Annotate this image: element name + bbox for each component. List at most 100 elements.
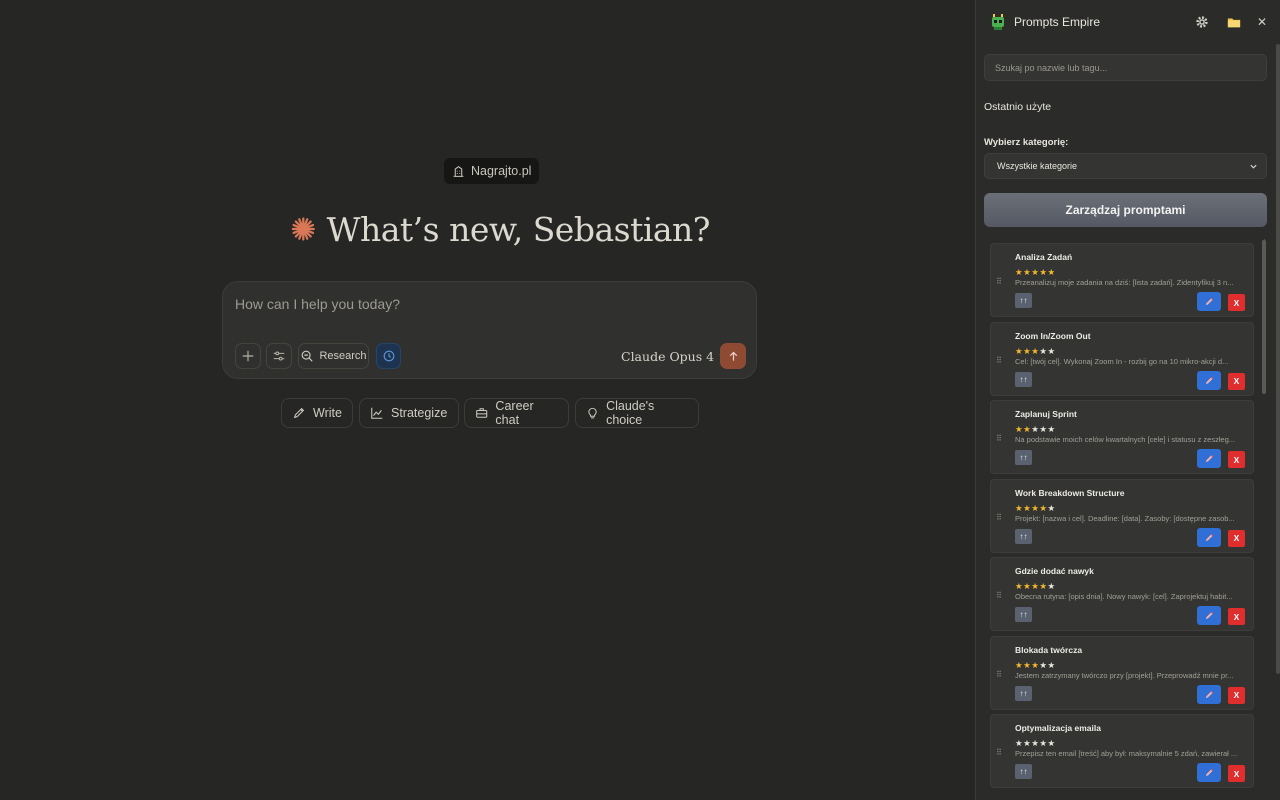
prompts-empire-panel: Prompts Empire ✕ Ostatnio użyte Wybierz … xyxy=(975,0,1280,800)
tools-button[interactable] xyxy=(266,343,292,369)
organization-badge[interactable]: Nagrajto.pl xyxy=(444,158,540,184)
prompt-rating[interactable]: ★★★★★ xyxy=(1015,267,1056,278)
edit-prompt-button[interactable] xyxy=(1197,684,1221,704)
prompt-list-scrollbar[interactable] xyxy=(1262,240,1266,394)
research-label: Research xyxy=(319,350,367,362)
robot-logo-icon xyxy=(992,14,1004,30)
prompt-rating[interactable]: ★★★★★ xyxy=(1015,738,1056,749)
delete-prompt-button[interactable]: X xyxy=(1228,765,1245,782)
prompt-card[interactable]: ⠿ Zaplanuj Sprint ★★★★★ Na podstawie moich … xyxy=(990,400,1254,474)
star-icon: ★ xyxy=(1039,581,1048,591)
prompt-card[interactable]: ⠿ Work Breakdown Structure ★★★★★ Projekt: [… xyxy=(990,478,1254,553)
drag-handle-icon[interactable]: ⠿ xyxy=(996,591,1002,600)
recent-section-heading: Ostatnio użyte xyxy=(984,101,1052,113)
send-button[interactable] xyxy=(720,343,746,369)
prompt-card[interactable]: ⠿ Blokada twórcza ★★★★★ Jestem zatrzymany t… xyxy=(990,635,1254,710)
delete-prompt-button[interactable]: X xyxy=(1228,372,1245,390)
prompt-card[interactable]: ⠿ Optymalizacja emaila ★★★★★ Przepisz ten e… xyxy=(990,714,1254,788)
star-icon: ★ xyxy=(1039,738,1048,748)
star-icon: ★ xyxy=(1047,659,1056,670)
pencil-icon xyxy=(1205,533,1213,541)
edit-prompt-button[interactable] xyxy=(1197,292,1221,311)
prompt-rating[interactable]: ★★★★★ xyxy=(1015,503,1056,514)
star-icon: ★ xyxy=(1039,345,1048,356)
prompt-card[interactable]: ⠿ Analiza Zadań ★★★★★ Przeanalizuj moje zad… xyxy=(990,243,1254,317)
delete-prompt-button[interactable]: X xyxy=(1228,451,1245,468)
prompt-preview: Projekt: [nazwa i cel]. Deadline: [data]… xyxy=(1015,513,1235,523)
delete-prompt-button[interactable]: X xyxy=(1228,686,1245,704)
message-composer: Research Claude Opus 4 xyxy=(222,281,757,379)
clock-icon xyxy=(383,350,394,362)
delete-prompt-button[interactable]: X xyxy=(1228,294,1245,311)
star-icon: ★ xyxy=(1015,738,1024,748)
delete-prompt-button[interactable]: X xyxy=(1228,529,1245,547)
move-to-top-button[interactable]: ↑↑ xyxy=(1015,607,1032,622)
suggestion-label: Strategize xyxy=(391,406,448,420)
prompt-title: Optymalizacja emaila xyxy=(1015,723,1101,733)
prompt-rating[interactable]: ★★★★★ xyxy=(1015,346,1056,357)
organization-name: Nagrajto.pl xyxy=(471,164,532,178)
star-icon: ★ xyxy=(1039,267,1048,277)
edit-prompt-button[interactable] xyxy=(1197,606,1221,625)
star-icon: ★ xyxy=(1015,267,1024,277)
panel-scrollbar[interactable] xyxy=(1276,44,1280,674)
extended-thinking-button[interactable] xyxy=(376,343,401,369)
greeting: What’s new, Sebastian? xyxy=(290,206,711,252)
edit-prompt-button[interactable] xyxy=(1197,763,1221,782)
suggestion-claudes-choice-button[interactable]: Claude's choice xyxy=(575,398,699,428)
move-to-top-button[interactable]: ↑↑ xyxy=(1015,685,1032,701)
chat-main-area: Nagrajto.pl What’s new, Sebastian? Resea… xyxy=(0,0,975,800)
prompt-title: Blokada twórcza xyxy=(1015,644,1083,655)
drag-handle-icon[interactable]: ⠿ xyxy=(996,434,1002,443)
drag-handle-icon[interactable]: ⠿ xyxy=(996,277,1002,286)
star-icon: ★ xyxy=(1039,424,1048,434)
prompt-title: Work Breakdown Structure xyxy=(1015,487,1125,498)
drag-handle-icon[interactable]: ⠿ xyxy=(996,356,1002,365)
prompt-rating[interactable]: ★★★★★ xyxy=(1015,660,1056,671)
move-to-top-button[interactable]: ↑↑ xyxy=(1015,371,1032,387)
prompt-card[interactable]: ⠿ Zoom In/Zoom Out ★★★★★ Cel: [twój cel]. W… xyxy=(990,321,1254,396)
move-to-top-button[interactable]: ↑↑ xyxy=(1015,764,1032,779)
suggestion-write-button[interactable]: Write xyxy=(281,398,353,428)
suggestion-strategize-button[interactable]: Strategize xyxy=(359,398,459,428)
prompt-preview: Cel: [twój cel]. Wykonaj Zoom In - rozbi… xyxy=(1015,356,1229,366)
settings-gear-icon[interactable] xyxy=(1194,14,1210,30)
drag-handle-icon[interactable]: ⠿ xyxy=(996,748,1002,757)
prompt-title: Gdzie dodać nawyk xyxy=(1015,566,1094,576)
add-attachment-button[interactable] xyxy=(235,343,261,369)
prompt-card[interactable]: ⠿ Gdzie dodać nawyk ★★★★★ Obecna rutyna: [o… xyxy=(990,557,1254,631)
category-label: Wybierz kategorię: xyxy=(984,137,1069,148)
research-button[interactable]: Research xyxy=(298,343,369,369)
edit-prompt-button[interactable] xyxy=(1197,449,1221,468)
prompt-title: Zaplanuj Sprint xyxy=(1015,409,1077,419)
suggestion-label: Write xyxy=(313,406,342,420)
move-to-top-button[interactable]: ↑↑ xyxy=(1015,293,1032,308)
plus-icon xyxy=(242,350,254,362)
star-icon: ★ xyxy=(1015,502,1024,513)
prompt-title: Zoom In/Zoom Out xyxy=(1015,330,1091,341)
close-icon[interactable]: ✕ xyxy=(1254,14,1270,30)
model-selector[interactable]: Claude Opus 4 xyxy=(621,346,728,366)
pencil-icon xyxy=(1205,611,1213,620)
panel-title: Prompts Empire xyxy=(1014,15,1101,29)
move-to-top-button[interactable]: ↑↑ xyxy=(1015,450,1032,465)
suggestion-career-chat-button[interactable]: Career chat xyxy=(464,398,569,428)
chart-line-icon xyxy=(371,407,383,419)
star-icon: ★ xyxy=(1047,424,1056,434)
drag-handle-icon[interactable]: ⠿ xyxy=(996,670,1002,679)
delete-prompt-button[interactable]: X xyxy=(1228,608,1245,625)
folder-icon[interactable] xyxy=(1226,14,1242,30)
star-icon: ★ xyxy=(1039,659,1048,670)
edit-prompt-button[interactable] xyxy=(1197,527,1221,547)
drag-handle-icon[interactable]: ⠿ xyxy=(996,513,1002,522)
prompt-search-input[interactable] xyxy=(984,54,1267,81)
prompt-rating[interactable]: ★★★★★ xyxy=(1015,581,1056,592)
category-select[interactable]: Wszystkie kategorie xyxy=(984,153,1267,179)
sliders-icon xyxy=(273,351,285,361)
edit-prompt-button[interactable] xyxy=(1197,370,1221,390)
message-input[interactable] xyxy=(235,294,735,314)
manage-prompts-button[interactable]: Zarządzaj promptami xyxy=(984,193,1267,227)
prompt-title: Analiza Zadań xyxy=(1015,252,1073,262)
prompt-rating[interactable]: ★★★★★ xyxy=(1015,424,1056,435)
move-to-top-button[interactable]: ↑↑ xyxy=(1015,528,1032,544)
